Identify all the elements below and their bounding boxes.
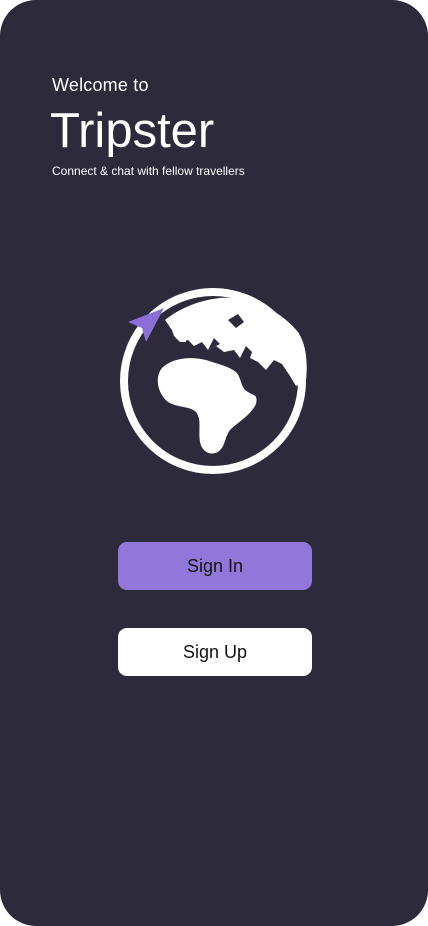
welcome-screen: Welcome to Tripster Connect & chat with … [0,0,428,926]
tagline: Connect & chat with fellow travellers [52,164,245,178]
globe-with-plane-icon [120,288,307,474]
sign-up-button[interactable]: Sign Up [118,628,312,676]
app-title: Tripster [50,104,215,158]
sign-in-button[interactable]: Sign In [118,542,312,590]
africa-shape [157,358,257,454]
welcome-label: Welcome to [52,75,149,95]
